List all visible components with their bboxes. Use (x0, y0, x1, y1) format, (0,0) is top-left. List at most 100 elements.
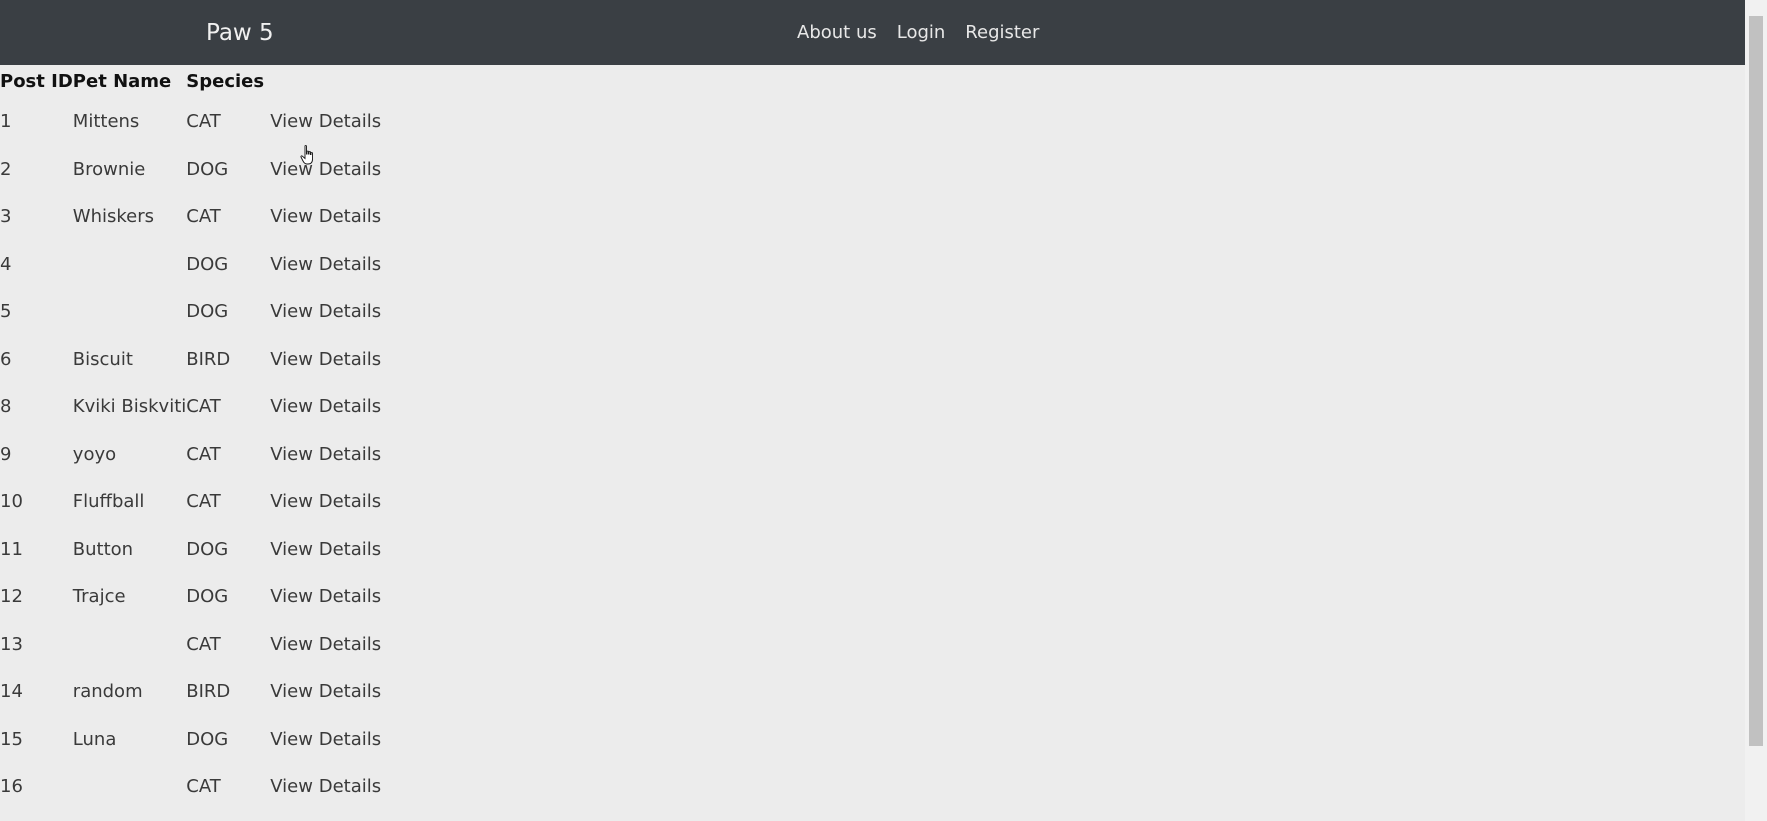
cell-pet-name: random (72, 681, 143, 702)
cell-pet-name (73, 288, 186, 336)
cell-post-id: 8 (0, 396, 12, 417)
cell-species: CAT (186, 443, 221, 465)
cell-post-id: 1 (0, 111, 12, 132)
header-post-id: Post ID (0, 71, 73, 92)
view-details-link[interactable]: View Details (270, 444, 381, 465)
cell-action: View Details (270, 621, 410, 669)
cell-species: CAT (186, 111, 221, 132)
view-details-link[interactable]: View Details (270, 539, 381, 560)
cell-species: BIRD (186, 681, 231, 702)
brand-link[interactable]: Paw 5 (206, 18, 274, 48)
table-row: 3 Whiskers CAT View Details (0, 193, 410, 241)
cell-action: View Details (270, 383, 410, 431)
cell-species: DOG (186, 538, 229, 560)
table-header-row: Post ID Pet Name Species (0, 66, 410, 98)
cell-action: View Details (270, 526, 410, 574)
cell-pet-name: Biscuit (72, 348, 133, 370)
table-row: 2 Brownie DOG View Details (0, 146, 410, 194)
table-body: 1 Mittens CAT View Details 2 Brownie DOG… (0, 98, 410, 811)
vertical-scrollbar[interactable] (1745, 0, 1767, 821)
table-row: 5 DOG View Details (0, 288, 410, 336)
table-row: 9 yoyo CAT View Details (0, 431, 410, 479)
cell-action: View Details (270, 146, 410, 194)
table-row: 16 CAT View Details (0, 763, 410, 811)
cell-post-id: 11 (0, 538, 23, 560)
view-details-link[interactable]: View Details (270, 301, 381, 322)
table-row: 13 CAT View Details (0, 621, 410, 669)
cell-species: CAT (186, 396, 221, 417)
view-details-link[interactable]: View Details (270, 634, 381, 655)
cell-post-id: 14 (0, 681, 23, 702)
view-details-link[interactable]: View Details (270, 349, 381, 370)
table-row: 4 DOG View Details (0, 241, 410, 289)
nav-link-login[interactable]: Login (897, 20, 946, 46)
cell-post-id: 13 (0, 633, 23, 655)
cell-pet-name (73, 763, 186, 811)
cell-post-id: 4 (0, 253, 12, 275)
cell-pet-name: Trajce (72, 586, 126, 607)
cell-action: View Details (270, 763, 410, 811)
cell-species: DOG (186, 253, 229, 275)
nav-link-register[interactable]: Register (965, 20, 1039, 46)
view-details-link[interactable]: View Details (270, 111, 381, 132)
view-details-link[interactable]: View Details (270, 491, 381, 512)
cell-pet-name: Kviki Biskviti (72, 396, 187, 417)
table-row: 6 Biscuit BIRD View Details (0, 336, 410, 384)
cell-action: View Details (270, 98, 410, 146)
header-pet-name: Pet Name (72, 71, 172, 92)
table-row: 14 random BIRD View Details (0, 668, 410, 716)
view-details-link[interactable]: View Details (270, 729, 381, 750)
cell-action: View Details (270, 288, 410, 336)
table-row: 8 Kviki Biskviti CAT View Details (0, 383, 410, 431)
cell-pet-name: Fluffball (72, 491, 145, 512)
cell-post-id: 5 (0, 301, 12, 322)
cell-pet-name: Whiskers (72, 206, 155, 227)
cell-action: View Details (270, 431, 410, 479)
cell-species: CAT (186, 206, 221, 227)
cell-pet-name (73, 621, 186, 669)
scrollbar-thumb[interactable] (1749, 16, 1763, 746)
cell-post-id: 9 (0, 443, 12, 465)
view-details-link[interactable]: View Details (270, 206, 381, 227)
cell-action: View Details (270, 716, 410, 764)
cell-action: View Details (270, 336, 410, 384)
cell-species: DOG (186, 728, 229, 750)
cell-pet-name: Button (72, 538, 134, 560)
cell-pet-name: Mittens (72, 111, 140, 132)
table-row: 15 Luna DOG View Details (0, 716, 410, 764)
cell-action: View Details (270, 668, 410, 716)
view-details-link[interactable]: View Details (270, 159, 381, 180)
cell-action: View Details (270, 478, 410, 526)
cell-species: DOG (186, 158, 229, 180)
view-details-link[interactable]: View Details (270, 586, 381, 607)
cell-pet-name (73, 241, 186, 289)
view-details-link[interactable]: View Details (270, 681, 381, 702)
table-row: 12 Trajce DOG View Details (0, 573, 410, 621)
page: Paw 5 About us Login Register Post ID Pe… (0, 0, 1767, 821)
header-species: Species (186, 71, 265, 92)
cell-action: View Details (270, 193, 410, 241)
navbar: Paw 5 About us Login Register (0, 0, 1745, 65)
cell-pet-name: Brownie (72, 158, 146, 180)
cell-species: DOG (186, 586, 229, 607)
cell-post-id: 12 (0, 586, 23, 607)
cell-action: View Details (270, 573, 410, 621)
view-details-link[interactable]: View Details (270, 254, 381, 275)
view-details-link[interactable]: View Details (270, 776, 381, 797)
cell-post-id: 6 (0, 348, 12, 370)
view-details-link[interactable]: View Details (270, 396, 381, 417)
cell-species: CAT (186, 633, 221, 655)
cell-species: CAT (186, 776, 221, 797)
cell-species: CAT (186, 491, 221, 512)
cell-species: BIRD (186, 348, 231, 370)
cell-post-id: 10 (0, 491, 23, 512)
table-row: 10 Fluffball CAT View Details (0, 478, 410, 526)
cell-post-id: 2 (0, 158, 12, 180)
cell-post-id: 3 (0, 206, 12, 227)
nav-links: About us Login Register (797, 20, 1039, 46)
pets-table: Post ID Pet Name Species 1 Mittens CAT V… (0, 66, 410, 811)
cell-species: DOG (186, 301, 229, 322)
cell-post-id: 16 (0, 776, 23, 797)
nav-link-about-us[interactable]: About us (797, 20, 877, 46)
cell-post-id: 15 (0, 728, 23, 750)
